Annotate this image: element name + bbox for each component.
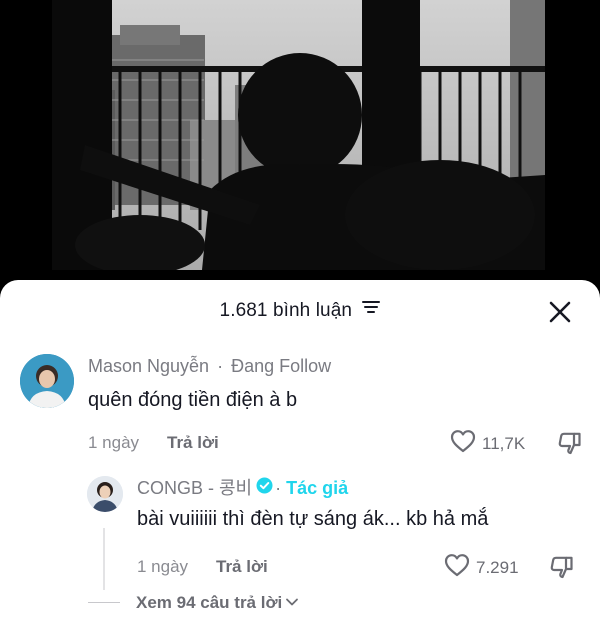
comment-body: Mason Nguyễn · Đang Follow quên đóng tiề… bbox=[88, 354, 585, 413]
separator-dot: · bbox=[275, 478, 282, 498]
comments-header: 1.681 bình luận bbox=[0, 280, 600, 344]
follow-status: Đang Follow bbox=[231, 356, 332, 376]
like-count: 11,7K bbox=[482, 434, 526, 453]
avatar[interactable] bbox=[87, 476, 123, 512]
reply-actions: 1 ngày Trả lời 7.291 bbox=[137, 552, 585, 582]
comment-author-line: Mason Nguyễn · Đang Follow bbox=[88, 354, 585, 378]
comment-time: 1 ngày bbox=[88, 433, 140, 452]
chevron-down-icon bbox=[285, 592, 299, 612]
dislike-icon[interactable] bbox=[557, 430, 583, 456]
dislike-icon[interactable] bbox=[549, 554, 575, 580]
reply-author-line: CONGB - 콩비 · Tác giả bbox=[137, 476, 585, 500]
reply-body: CONGB - 콩비 · Tác giả bài vuiiiiii thì đèn… bbox=[137, 476, 585, 532]
divider-line bbox=[88, 601, 120, 603]
comment-author[interactable]: Mason Nguyễn bbox=[88, 356, 209, 376]
author-tag: Tác giả bbox=[286, 478, 349, 498]
reply-button[interactable]: Trả lời bbox=[216, 557, 268, 577]
reply-time: 1 ngày bbox=[137, 557, 189, 576]
heart-icon bbox=[444, 554, 470, 577]
close-icon bbox=[549, 301, 571, 323]
comment-actions: 1 ngày Trả lời 11,7K bbox=[88, 428, 585, 458]
separator-dot: · bbox=[217, 356, 224, 376]
video-background[interactable] bbox=[0, 0, 600, 290]
comments-title: 1.681 bình luận bbox=[0, 300, 600, 322]
close-button[interactable] bbox=[548, 300, 572, 324]
comment-text: quên đóng tiền điện à b bbox=[88, 389, 298, 411]
comments-sheet: 1.681 bình luận Mason Nguyễn · Đang Foll… bbox=[0, 280, 600, 628]
avatar[interactable] bbox=[20, 354, 74, 408]
comment-count: 1.681 bbox=[219, 300, 268, 321]
comment-count-label: bình luận bbox=[272, 300, 353, 321]
view-more-replies-label: Xem 94 câu trả lời bbox=[136, 593, 283, 612]
view-more-replies-button[interactable]: Xem 94 câu trả lời bbox=[88, 593, 299, 617]
filter-lines-icon[interactable] bbox=[362, 298, 381, 320]
reply-author[interactable]: CONGB - 콩비 bbox=[137, 478, 252, 498]
thread-line bbox=[103, 528, 105, 590]
verified-badge-icon bbox=[256, 476, 273, 500]
heart-icon bbox=[450, 430, 476, 453]
reply-text: bài vuiiiiii thì đèn tự sáng ák... kb hả… bbox=[137, 508, 489, 530]
video-frame bbox=[0, 0, 600, 290]
like-count: 7.291 bbox=[476, 558, 519, 577]
reply-button[interactable]: Trả lời bbox=[167, 433, 219, 453]
